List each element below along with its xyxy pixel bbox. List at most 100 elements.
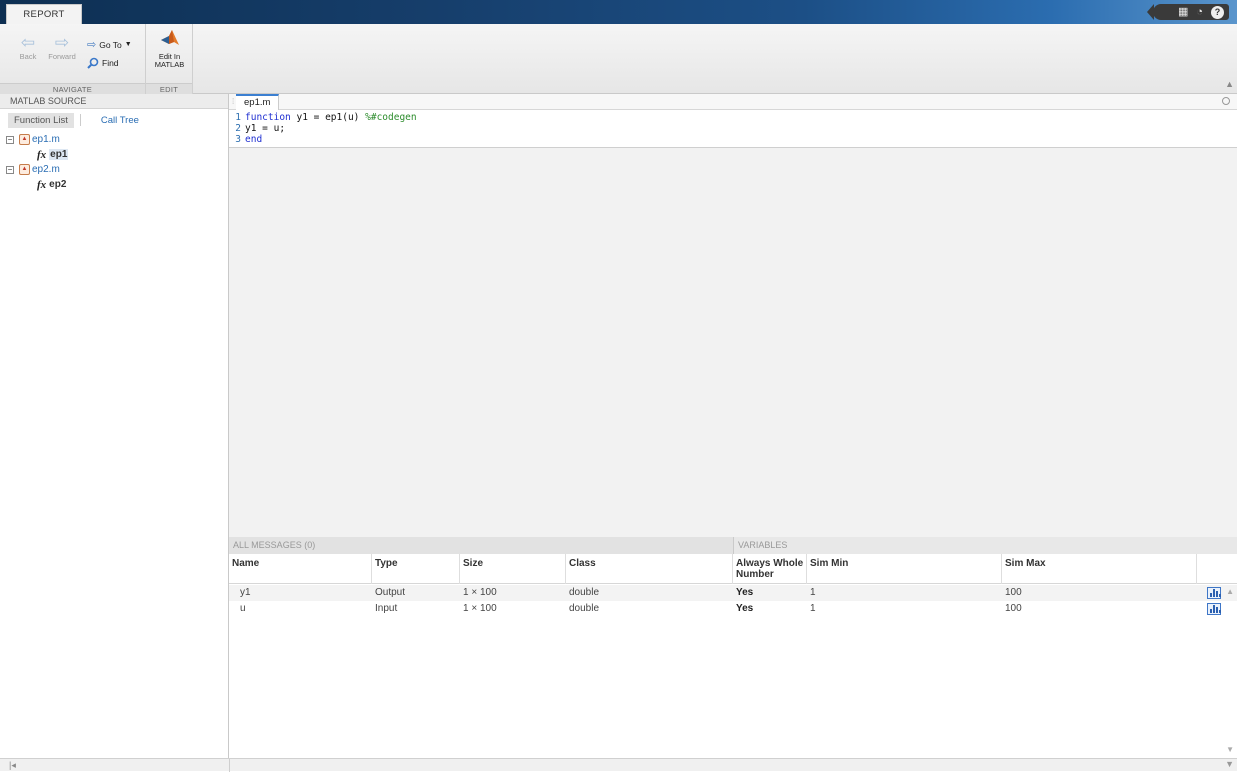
cell-always-whole: Yes — [736, 587, 754, 598]
edit-in-matlab-button[interactable]: Edit In MATLAB — [146, 28, 193, 69]
forward-label: Forward — [48, 52, 76, 61]
community-icon[interactable]: ◔ — [1196, 4, 1203, 20]
line-number: 1 — [235, 112, 241, 123]
m-file-icon: ▲ — [19, 134, 30, 145]
col-type[interactable]: Type — [372, 554, 460, 584]
code-comment: %#codegen — [365, 112, 417, 123]
cell-class: double — [569, 587, 600, 598]
tree-file-ep2[interactable]: − ▲ ep2.m — [6, 162, 228, 177]
cell-size: 1 × 100 — [463, 603, 497, 614]
tab-call-tree[interactable]: Call Tree — [95, 113, 145, 128]
scroll-down-icon[interactable]: ▼ — [1226, 745, 1234, 754]
table-row[interactable]: y1 Output 1 × 100 double Yes 1 100 — [229, 585, 1237, 601]
source-subtabs: Function List Call Tree — [0, 111, 228, 129]
editor-tab-ep1[interactable]: ep1.m — [236, 94, 280, 110]
scroll-up-icon[interactable]: ▲ — [1226, 587, 1234, 596]
code-text: y1 = u; — [245, 123, 286, 134]
cell-type: Input — [375, 603, 398, 614]
tab-all-messages[interactable]: ALL MESSAGES (0) — [229, 537, 734, 554]
cell-class: double — [569, 603, 600, 614]
col-name[interactable]: Name — [229, 554, 372, 584]
bottom-tabs: ALL MESSAGES (0) VARIABLES — [229, 537, 1237, 554]
file-name: ep1.m — [32, 134, 60, 145]
quick-access-toolbar: ▦ ◔ ? — [1147, 4, 1229, 20]
expand-left-icon[interactable]: |◂ — [9, 760, 16, 771]
subtab-divider — [79, 114, 81, 126]
back-button[interactable]: ⇦ Back — [16, 33, 40, 62]
code-keyword: function — [245, 112, 291, 123]
tree-function-ep2[interactable]: fx ep2 — [6, 177, 228, 192]
find-button[interactable]: Find — [87, 57, 119, 69]
collapse-toggle-icon[interactable]: − — [6, 165, 14, 174]
code-line: 2 y1 = u; — [229, 123, 1237, 134]
cell-name: u — [240, 603, 246, 614]
status-bar: |◂ ▼ — [0, 758, 1237, 772]
goto-label: Go To — [99, 39, 122, 50]
grip-icon[interactable]: ⁞ — [232, 97, 234, 106]
options-icon[interactable] — [1222, 97, 1230, 105]
function-name: ep1 — [49, 149, 69, 160]
function-icon: fx — [37, 178, 47, 191]
collapse-toolstrip-icon[interactable]: ▲ — [1225, 79, 1234, 89]
help-icon[interactable]: ? — [1211, 5, 1224, 19]
back-label: Back — [19, 52, 37, 61]
cell-sim-max: 100 — [1005, 587, 1022, 598]
code-editor: ⁞ ep1.m 1 function y1 = ep1(u) %#codegen… — [229, 94, 1237, 537]
matlab-source-pane: MATLAB SOURCE Function List Call Tree − … — [0, 94, 229, 758]
cell-type: Output — [375, 587, 406, 598]
col-sim-max[interactable]: Sim Max — [1002, 554, 1197, 584]
find-label: Find — [102, 58, 119, 68]
histogram-icon[interactable] — [1207, 603, 1221, 615]
editor-tabbar: ⁞ ep1.m — [229, 94, 1237, 110]
matlab-logo-icon — [160, 30, 179, 45]
left-arrow-icon: ⇦ — [20, 33, 36, 52]
tab-variables[interactable]: VARIABLES — [734, 537, 1237, 554]
cell-name: y1 — [240, 587, 251, 598]
function-tree: − ▲ ep1.m fx ep1 − ▲ ep2.m fx ep2 — [0, 129, 228, 192]
cell-sim-min: 1 — [810, 603, 816, 614]
forward-button[interactable]: ⇨ Forward — [46, 33, 78, 62]
col-sim-min[interactable]: Sim Min — [807, 554, 1002, 584]
title-bar: REPORT ▦ ◔ ? — [0, 0, 1237, 25]
goto-icon: ⇨ — [87, 39, 97, 51]
col-always-whole-l2: Number — [736, 569, 774, 580]
section-edit: Edit In MATLAB EDIT — [146, 24, 193, 94]
collapse-bottom-icon[interactable]: ▼ — [1225, 759, 1234, 769]
cell-size: 1 × 100 — [463, 587, 497, 598]
col-class[interactable]: Class — [566, 554, 733, 584]
tree-file-ep1[interactable]: − ▲ ep1.m — [6, 132, 228, 147]
toolstrip: ⇦ Back ⇨ Forward ⇨ Go To ▼ Find NAVIGATE — [0, 24, 1237, 94]
section-label-navigate: NAVIGATE — [0, 83, 145, 94]
col-always-whole[interactable]: Always Whole Number — [733, 554, 807, 584]
variables-table-header: Name Type Size Class Always Whole Number… — [229, 554, 1237, 584]
right-arrow-icon: ⇨ — [54, 33, 70, 52]
magnifier-icon — [87, 57, 99, 69]
layout-icon[interactable]: ▦ — [1178, 4, 1188, 20]
code-keyword: end — [245, 134, 263, 145]
col-always-whole-l1: Always Whole — [736, 558, 804, 569]
col-size[interactable]: Size — [460, 554, 566, 584]
code-text: y1 = ep1(u) — [290, 112, 366, 123]
file-name: ep2.m — [32, 164, 60, 175]
cell-sim-max: 100 — [1005, 603, 1022, 614]
code-line: 1 function y1 = ep1(u) %#codegen — [229, 112, 1237, 123]
histogram-icon[interactable] — [1207, 587, 1221, 599]
tree-function-ep1[interactable]: fx ep1 — [6, 147, 228, 162]
chevron-down-icon: ▼ — [124, 41, 132, 48]
section-navigate: ⇦ Back ⇨ Forward ⇨ Go To ▼ Find NAVIGATE — [0, 24, 146, 94]
section-label-edit: EDIT — [146, 83, 192, 94]
quick-access-arrow — [1147, 4, 1154, 20]
status-divider — [229, 759, 230, 772]
edit-label-2: MATLAB — [154, 60, 185, 69]
m-file-icon: ▲ — [19, 164, 30, 175]
table-row[interactable]: u Input 1 × 100 double Yes 1 100 — [229, 601, 1237, 617]
bottom-panel: ALL MESSAGES (0) VARIABLES Name Type Siz… — [229, 537, 1237, 758]
collapse-toggle-icon[interactable]: − — [6, 135, 14, 144]
goto-button[interactable]: ⇨ Go To ▼ — [87, 38, 132, 51]
function-name: ep2 — [49, 179, 67, 190]
function-icon: fx — [37, 148, 47, 161]
code-line: 3 end — [229, 134, 1237, 145]
code-area[interactable]: 1 function y1 = ep1(u) %#codegen 2 y1 = … — [229, 110, 1237, 148]
tab-report[interactable]: REPORT — [6, 4, 82, 25]
tab-function-list[interactable]: Function List — [8, 112, 74, 128]
